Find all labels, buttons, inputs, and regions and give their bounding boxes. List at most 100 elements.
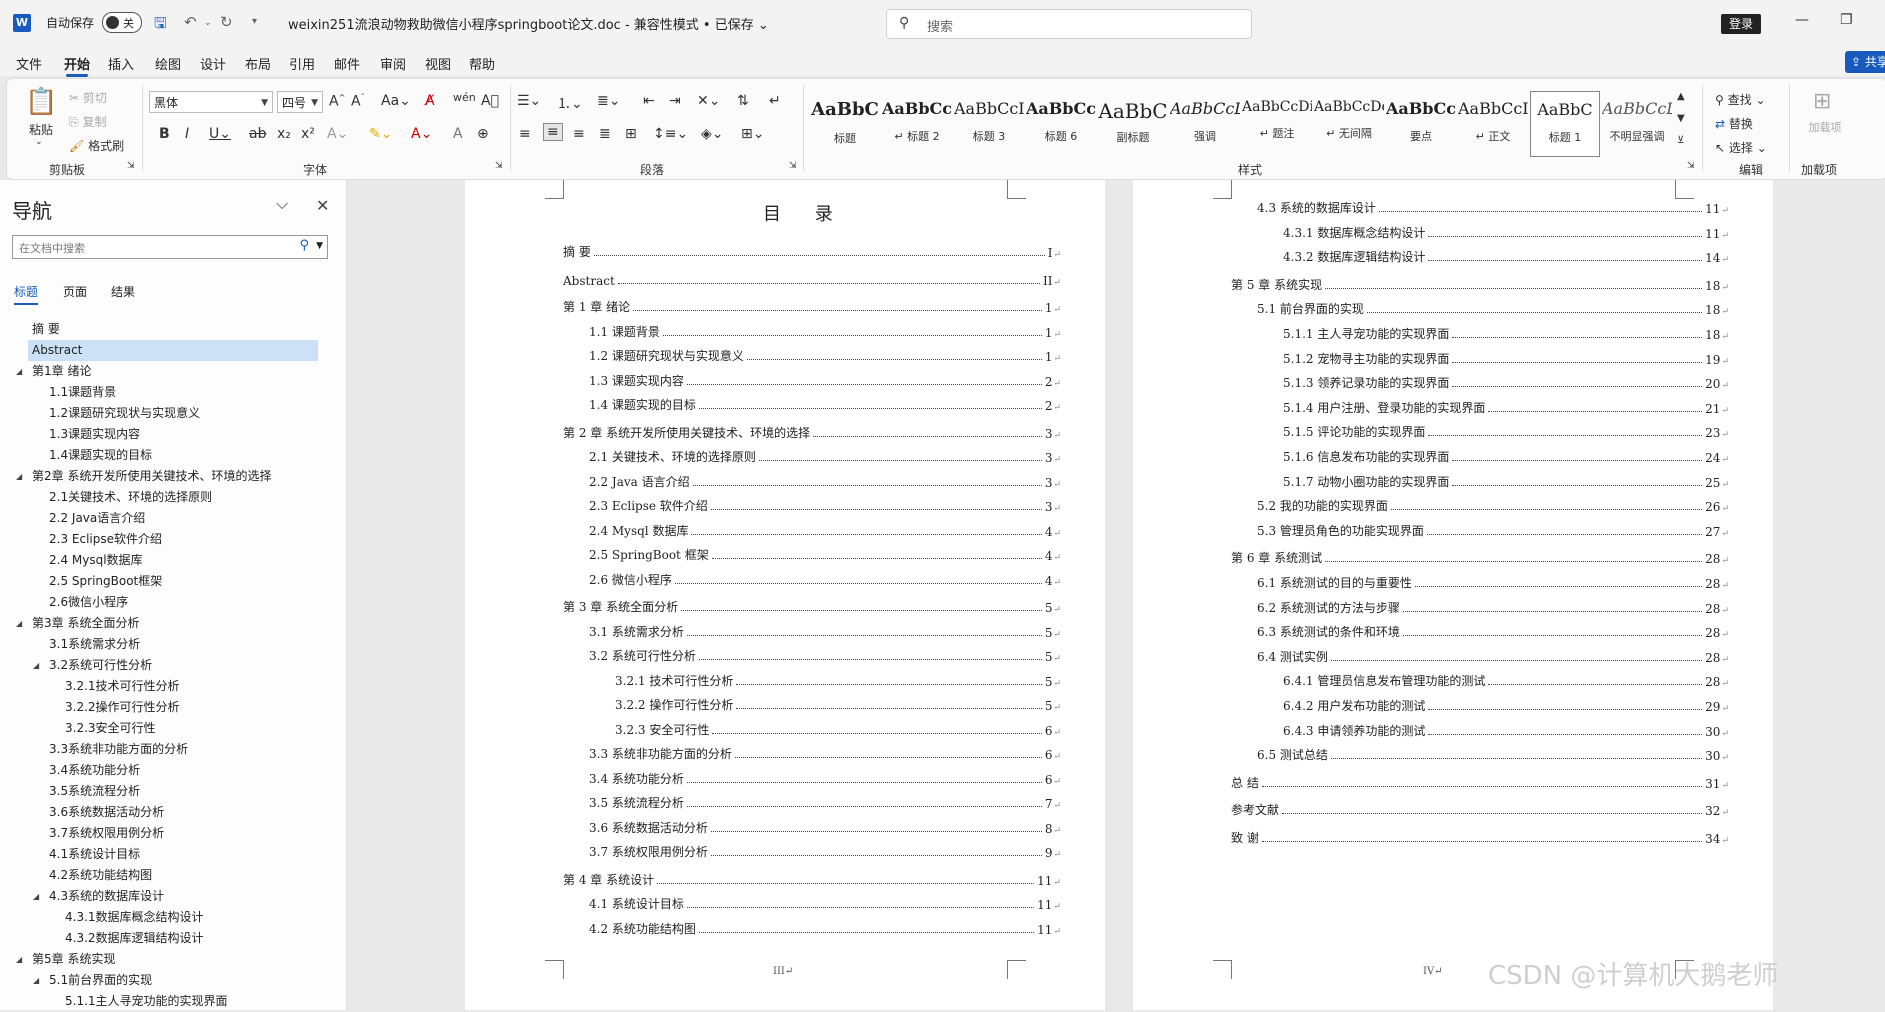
superscript-icon[interactable]: x²	[301, 126, 315, 142]
nav-heading-item[interactable]: ◢ 5.1前台界面的实现	[0, 970, 346, 991]
nav-heading-item[interactable]: 3.1系统需求分析	[0, 634, 346, 655]
line-spacing-icon[interactable]: ↕≡⌄	[653, 126, 688, 142]
style-item[interactable]: AaBbCcI ↵ 正文	[1458, 91, 1528, 157]
nav-heading-item[interactable]: ◢ 第3章 系统全面分析	[0, 613, 346, 634]
nav-heading-item[interactable]: ◢ 第2章 系统开发所使用关键技术、环境的选择	[0, 466, 346, 487]
align-right-icon[interactable]: ≡	[573, 126, 585, 142]
paste-button[interactable]: 粘贴	[29, 121, 53, 138]
align-center-icon[interactable]: ≡	[543, 123, 563, 141]
toc-entry[interactable]: 2.4 Mysql 数据库 4 ↵	[589, 521, 1061, 539]
nav-heading-item[interactable]: 1.4课题实现的目标	[0, 445, 346, 466]
nav-heading-item[interactable]: ◢ 第5章 系统实现	[0, 949, 346, 970]
style-item[interactable]: AaBbCcDc ↵ 无间隔	[1314, 91, 1384, 157]
chevron-down-icon[interactable]: ⌵	[276, 194, 288, 214]
nav-heading-item[interactable]: 4.1系统设计目标	[0, 844, 346, 865]
nav-tab-headings[interactable]: 标题	[14, 283, 39, 305]
toc-entry[interactable]: 摘 要 I ↵	[563, 242, 1061, 260]
change-case-icon[interactable]: Aa⌄	[381, 93, 411, 109]
toc-entry[interactable]: 5.1.4 用户注册、登录功能的实现界面 21 ↵	[1283, 398, 1729, 416]
toc-entry[interactable]: 2.2 Java 语言介绍 3 ↵	[589, 472, 1061, 490]
sort-icon[interactable]: ⇅	[737, 93, 749, 109]
document-page[interactable]: 4.3 系统的数据库设计 11 ↵ 4.3.1 数据库概念结构设计 11 ↵ 4.3.2 数…	[1133, 180, 1773, 1010]
paste-dropdown-icon[interactable]: ⌄	[35, 137, 43, 147]
share-button[interactable]: ⇪ 共享	[1845, 51, 1885, 73]
nav-heading-item[interactable]: 2.3 Eclipse软件介绍	[0, 529, 346, 550]
collapse-arrow-icon[interactable]: ◢	[16, 466, 22, 487]
toc-entry[interactable]: 3.2.3 安全可行性 6 ↵	[615, 720, 1061, 738]
toc-entry[interactable]: 3.3 系统非功能方面的分析 6 ↵	[589, 744, 1061, 762]
collapse-arrow-icon[interactable]: ◢	[33, 655, 39, 676]
font-launcher-icon[interactable]: ⇲	[495, 161, 503, 171]
multilevel-list-icon[interactable]: ≣⌄	[597, 93, 620, 109]
toc-entry[interactable]: 5.1.5 评论功能的实现界面 23 ↵	[1283, 422, 1729, 440]
nav-heading-item[interactable]: 2.4 Mysql数据库	[0, 550, 346, 571]
strikethrough-icon[interactable]: ab	[249, 126, 266, 142]
style-item[interactable]: AaBbCcL 不明显强调	[1602, 91, 1672, 157]
toc-entry[interactable]: 3.6 系统数据活动分析 8 ↵	[589, 818, 1061, 836]
undo-dropdown-icon[interactable]: ⌄	[204, 18, 212, 28]
toc-entry[interactable]: 5.2 我的功能的实现界面 26 ↵	[1257, 496, 1729, 514]
autosave-toggle[interactable]: 关	[102, 12, 142, 33]
decrease-indent-icon[interactable]: ⇤	[643, 93, 655, 109]
style-item[interactable]: AaBbCcDi ↵ 题注	[1242, 91, 1312, 157]
style-item[interactable]: AaBbCcL 强调	[1170, 91, 1240, 157]
redo-icon[interactable]: ↻	[220, 13, 233, 31]
font-size-combo[interactable]: 四号 ▼	[277, 91, 323, 113]
toc-entry[interactable]: 1.3 课题实现内容 2 ↵	[589, 371, 1061, 389]
tab-review[interactable]: 审阅	[380, 54, 406, 73]
nav-heading-item[interactable]: 3.2.3安全可行性	[0, 718, 346, 739]
toc-entry[interactable]: 参考文献 32 ↵	[1231, 800, 1729, 818]
nav-heading-item[interactable]: 3.6系统数据活动分析	[0, 802, 346, 823]
toc-entry[interactable]: 2.6 微信小程序 4 ↵	[589, 570, 1061, 588]
nav-heading-item[interactable]: 3.5系统流程分析	[0, 781, 346, 802]
text-effects-icon[interactable]: A⌄	[327, 126, 348, 142]
format-painter-button[interactable]: 🖌 格式刷	[69, 137, 124, 154]
style-item[interactable]: AaBbCcI 标题 6	[1026, 91, 1096, 157]
toc-entry[interactable]: 5.1.2 宠物寻主功能的实现界面 19 ↵	[1283, 349, 1729, 367]
paragraph-launcher-icon[interactable]: ⇲	[789, 161, 797, 171]
toc-entry[interactable]: 4.2 系统功能结构图 11 ↵	[589, 919, 1061, 937]
nav-heading-item[interactable]: 3.2.2操作可行性分析	[0, 697, 346, 718]
toc-entry[interactable]: 第 4 章 系统设计 11 ↵	[563, 870, 1061, 888]
tab-home[interactable]: 开始	[64, 54, 90, 77]
nav-search-input[interactable]: 在文档中搜索 ⚲ ▼	[12, 235, 328, 259]
collapse-arrow-icon[interactable]: ◢	[16, 613, 22, 634]
toc-entry[interactable]: 1.1 课题背景 1 ↵	[589, 322, 1061, 340]
nav-heading-item[interactable]: 3.3系统非功能方面的分析	[0, 739, 346, 760]
addins-icon[interactable]: ⊞	[1813, 89, 1831, 114]
toc-entry[interactable]: 2.1 关键技术、环境的选择原则 3 ↵	[589, 447, 1061, 465]
tab-references[interactable]: 引用	[289, 54, 315, 73]
nav-tab-pages[interactable]: 页面	[63, 283, 87, 300]
tab-draw[interactable]: 绘图	[155, 54, 181, 73]
collapse-arrow-icon[interactable]: ◢	[33, 886, 39, 907]
toc-entry[interactable]: 6.4.3 申请领养功能的测试 30 ↵	[1283, 721, 1729, 739]
paste-icon[interactable]: 📋	[25, 87, 57, 117]
toc-entry[interactable]: 6.3 系统测试的条件和环境 28 ↵	[1257, 622, 1729, 640]
nav-heading-item[interactable]: ◢ 3.2系统可行性分析	[0, 655, 346, 676]
toc-entry[interactable]: 3.2.1 技术可行性分析 5 ↵	[615, 671, 1061, 689]
enclose-char-icon[interactable]: A⃞	[481, 93, 499, 109]
styles-scroll-down-icon[interactable]: ▼	[1677, 113, 1685, 124]
toc-entry[interactable]: 6.2 系统测试的方法与步骤 28 ↵	[1257, 598, 1729, 616]
toc-entry[interactable]: 3.2.2 操作可行性分析 5 ↵	[615, 695, 1061, 713]
nav-heading-item[interactable]: 4.2系统功能结构图	[0, 865, 346, 886]
toc-entry[interactable]: 4.1 系统设计目标 11 ↵	[589, 894, 1061, 912]
nav-heading-item[interactable]: 2.6微信小程序	[0, 592, 346, 613]
toc-entry[interactable]: 5.1.6 信息发布功能的实现界面 24 ↵	[1283, 447, 1729, 465]
toc-entry[interactable]: 致 谢 34 ↵	[1231, 828, 1729, 846]
shrink-font-icon[interactable]: Aˇ	[351, 93, 365, 110]
nav-heading-item[interactable]: ◢ 第1章 绪论	[0, 361, 346, 382]
tab-mailings[interactable]: 邮件	[334, 54, 360, 73]
underline-icon[interactable]: U⌄	[209, 126, 231, 142]
toc-entry[interactable]: 5.1.7 动物小圈功能的实现界面 25 ↵	[1283, 472, 1729, 490]
addins-button[interactable]: 加载项	[1807, 119, 1843, 135]
toc-entry[interactable]: 2.3 Eclipse 软件介绍 3 ↵	[589, 496, 1061, 514]
toc-entry[interactable]: 5.1.3 领养记录功能的实现界面 20 ↵	[1283, 373, 1729, 391]
nav-heading-item[interactable]: 4.3.1数据库概念结构设计	[0, 907, 346, 928]
style-item[interactable]: AaBbCcI 标题 3	[954, 91, 1024, 157]
tab-design[interactable]: 设计	[200, 54, 226, 73]
bullets-icon[interactable]: ☰⌄	[517, 93, 541, 109]
cut-button[interactable]: ✂ 剪切	[69, 89, 107, 106]
phonetic-guide-icon[interactable]: wén	[453, 91, 476, 104]
nav-heading-item[interactable]: 4.3.2数据库逻辑结构设计	[0, 928, 346, 949]
